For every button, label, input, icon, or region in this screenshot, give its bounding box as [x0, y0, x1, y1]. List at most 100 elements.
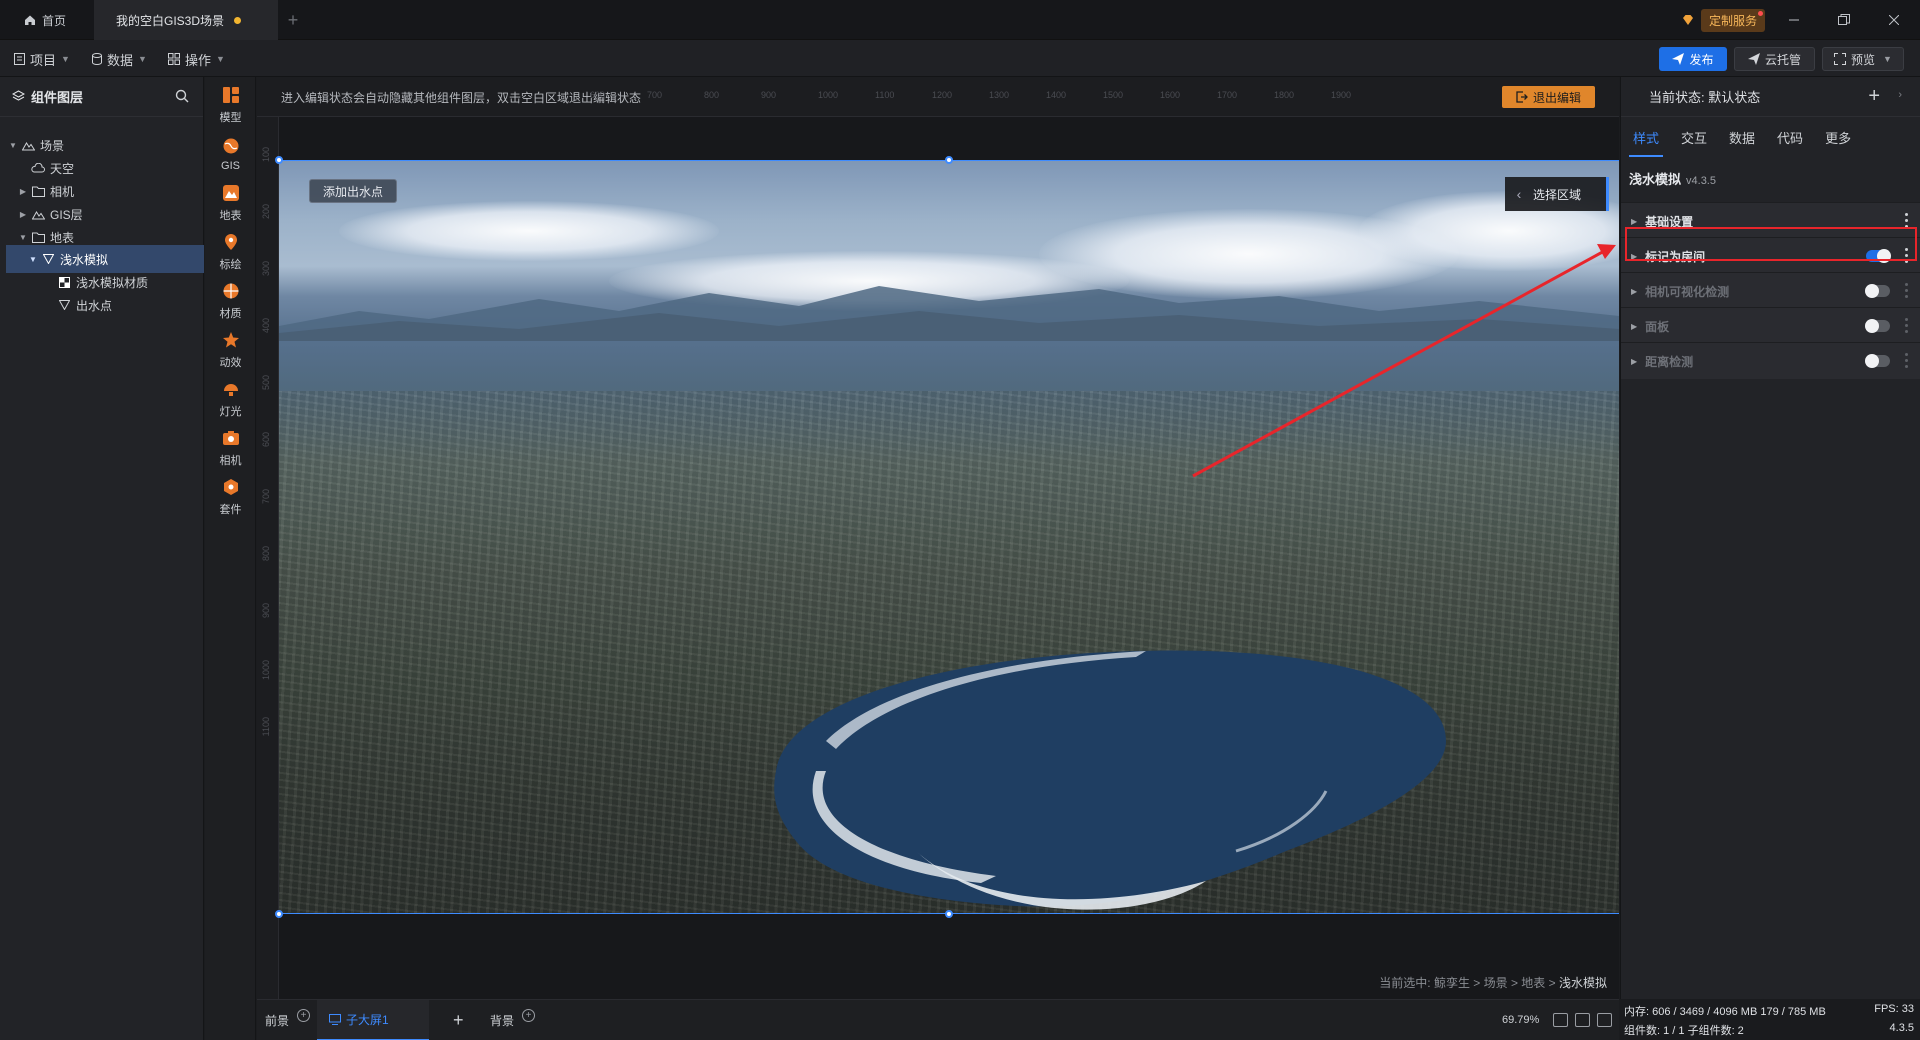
restore-button[interactable]: [1832, 8, 1856, 32]
tree-item-label: 浅水模拟材质: [76, 275, 149, 290]
fullscreen-icon: [1834, 53, 1847, 65]
zoom-level[interactable]: 69.79%: [1502, 1014, 1539, 1026]
ruler-tick: 600: [261, 432, 271, 448]
mountain-range: [279, 286, 1619, 341]
component-effects[interactable]: 动效: [205, 322, 256, 378]
material-icon: [56, 275, 72, 289]
cloud-hosting-button[interactable]: 云托管: [1734, 47, 1815, 71]
exit-edit-label: 退出编辑: [1532, 90, 1581, 105]
component-material[interactable]: 材质: [205, 273, 256, 329]
component-terrain[interactable]: 地表: [205, 175, 256, 231]
expand-arrow-icon[interactable]: ▼: [16, 233, 30, 242]
tab-style[interactable]: 样式: [1629, 117, 1664, 157]
tab-foreground-label: 前景: [265, 1014, 290, 1028]
resize-handle[interactable]: [945, 156, 953, 164]
document-icon: [14, 53, 25, 65]
canvas-area[interactable]: 进入编辑状态会自动隐藏其他组件图层，双击空白区域退出编辑状态 600 700 800…: [257, 77, 1619, 999]
ruler-tick: 700: [261, 489, 271, 505]
add-circle-icon[interactable]: +: [522, 1009, 536, 1022]
more-vertical-icon[interactable]: [1904, 213, 1908, 228]
chevron-down-icon: ▼: [61, 54, 70, 64]
layer-panel-title: 组件图层: [31, 90, 84, 105]
tab-more[interactable]: 更多: [1821, 117, 1855, 157]
more-vertical-icon[interactable]: [1904, 318, 1908, 333]
ruler-tick: 1700: [1217, 90, 1238, 100]
caret-right-icon: ▶: [1631, 321, 1638, 331]
component-plot[interactable]: 标绘: [205, 224, 256, 280]
ruler-tick: 400: [261, 318, 271, 334]
tab-background[interactable]: 背景 +: [490, 1000, 536, 1040]
collapse-arrow-icon[interactable]: ▶: [16, 210, 30, 219]
tree-item-outlet[interactable]: 出水点: [6, 291, 204, 319]
camera-visibility-toggle[interactable]: [1865, 284, 1890, 298]
component-kit[interactable]: 套件: [205, 469, 256, 525]
section-camera-visibility[interactable]: ▶ 相机可视化检测: [1621, 272, 1920, 309]
menu-operate[interactable]: 操作 ▼: [168, 49, 225, 69]
keyboard-icon[interactable]: [1575, 1013, 1590, 1027]
section-label: 相机可视化检测: [1645, 284, 1730, 299]
panel-toggle[interactable]: [1865, 319, 1890, 333]
camera-icon: [222, 429, 240, 447]
section-panel[interactable]: ▶ 面板: [1621, 307, 1920, 344]
tab-home[interactable]: 首页: [0, 0, 94, 40]
component-label: GIS: [221, 159, 240, 172]
chevron-right-icon[interactable]: ›: [1898, 89, 1902, 101]
fit-screen-icon[interactable]: [1553, 1013, 1568, 1027]
tab-sub-screen[interactable]: 子大屏1: [317, 1000, 429, 1040]
ruler-tick: 1100: [261, 717, 271, 737]
collapse-arrow-icon[interactable]: ▶: [16, 187, 30, 196]
ruler-tick: 1200: [932, 90, 953, 100]
tab-foreground[interactable]: 前景 +: [265, 1000, 311, 1040]
terminal-icon[interactable]: [1597, 1013, 1612, 1027]
component-camera[interactable]: 相机: [205, 420, 256, 476]
menu-data[interactable]: 数据 ▼: [92, 49, 147, 69]
breadcrumb-current: 浅水模拟: [1558, 976, 1607, 990]
more-vertical-icon[interactable]: [1904, 283, 1908, 298]
ruler-tick: 1800: [1274, 90, 1295, 100]
minimize-button[interactable]: [1782, 8, 1806, 32]
publish-button[interactable]: 发布: [1659, 47, 1727, 71]
add-outlet-button[interactable]: 添加出水点: [309, 179, 398, 203]
tab-code[interactable]: 代码: [1773, 117, 1807, 157]
add-screen-button[interactable]: +: [453, 1000, 464, 1040]
preview-button[interactable]: 预览 ▼: [1822, 47, 1904, 71]
ruler-tick: 800: [704, 90, 720, 100]
exit-edit-button[interactable]: 退出编辑: [1502, 86, 1595, 108]
menu-project[interactable]: 项目 ▼: [14, 49, 70, 69]
caret-right-icon: ▶: [1631, 216, 1638, 226]
distance-detection-toggle[interactable]: [1865, 354, 1890, 368]
exit-icon: [1516, 91, 1528, 103]
component-gis[interactable]: GIS: [205, 126, 256, 182]
custom-service-button[interactable]: 定制服务: [1681, 8, 1766, 32]
tab-project[interactable]: 我的空白GIS3D场景: [94, 0, 278, 40]
select-region-button[interactable]: ‹ 选择区域: [1505, 177, 1609, 211]
new-tab-button[interactable]: +: [278, 0, 308, 40]
component-model[interactable]: 模型: [205, 77, 256, 133]
add-state-icon[interactable]: +: [1868, 85, 1880, 108]
status-bar: 内存: 606 / 3469 / 4096 MB 179 / 785 MB 组件…: [1620, 999, 1920, 1040]
more-vertical-icon[interactable]: [1904, 353, 1908, 368]
highlight-annotation-box: [1625, 227, 1917, 261]
add-circle-icon[interactable]: +: [297, 1009, 311, 1022]
current-state-label[interactable]: 当前状态: 默认状态: [1649, 87, 1760, 106]
ruler-tick: 200: [261, 204, 271, 220]
component-light[interactable]: 灯光: [205, 371, 256, 427]
triangle-icon: [56, 298, 72, 312]
chevron-down-icon: ▼: [138, 54, 147, 64]
search-icon[interactable]: [175, 89, 189, 103]
tab-home-label: 首页: [42, 13, 67, 28]
ruler-tick: 1400: [1046, 90, 1067, 100]
section-distance-detection[interactable]: ▶ 距离检测: [1621, 342, 1920, 379]
expand-arrow-icon[interactable]: ▼: [26, 255, 40, 264]
resize-handle[interactable]: [275, 156, 283, 164]
tab-interaction[interactable]: 交互: [1677, 117, 1711, 157]
close-button[interactable]: [1882, 8, 1906, 32]
ruler-tick: 600: [590, 90, 606, 100]
expand-arrow-icon[interactable]: ▼: [6, 141, 20, 150]
resize-handle[interactable]: [945, 910, 953, 918]
tab-data[interactable]: 数据: [1725, 117, 1759, 157]
resize-handle[interactable]: [275, 910, 283, 918]
component-label: 灯光: [219, 405, 242, 418]
map-scene[interactable]: 添加出水点 ‹ 选择区域: [279, 160, 1619, 914]
ruler-tick: 800: [261, 546, 271, 562]
